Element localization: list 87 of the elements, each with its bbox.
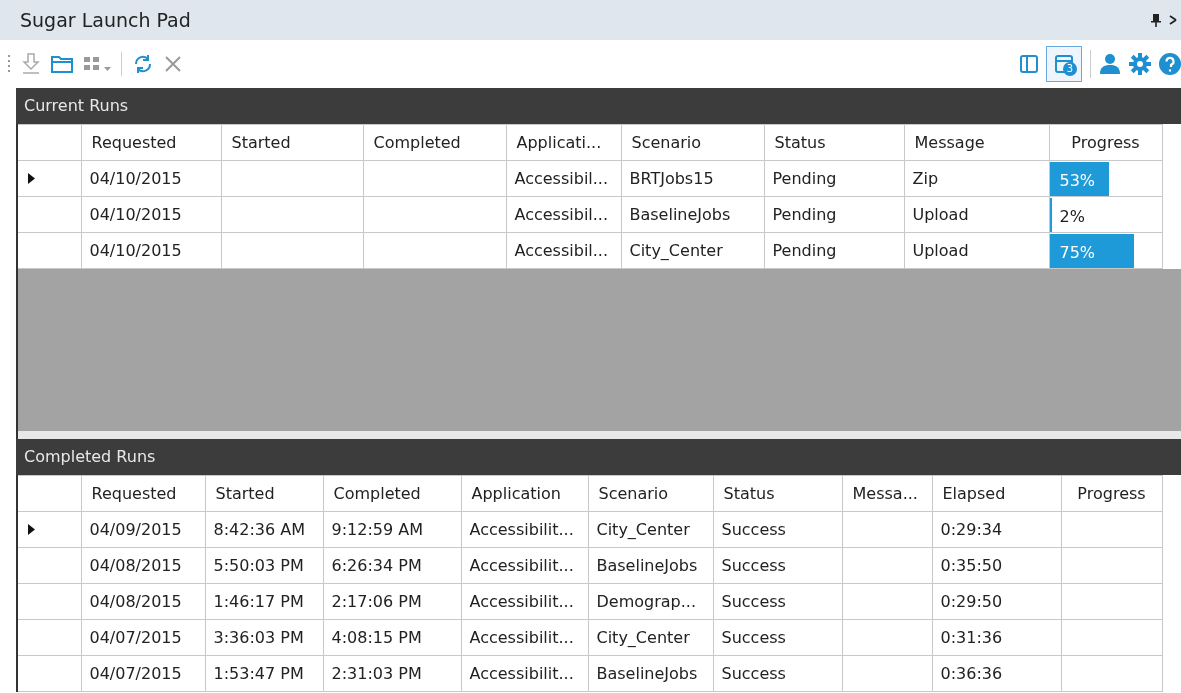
settings-icon[interactable] xyxy=(1129,53,1151,75)
section-title: Current Runs xyxy=(24,95,129,117)
progress-label: 2% xyxy=(1059,205,1085,228)
table-cell: Accessibil... xyxy=(506,160,621,197)
table-cell: City_Center xyxy=(588,511,713,548)
table-cell: 04/10/2015 xyxy=(81,196,221,233)
column-header[interactable]: Scenario xyxy=(588,475,713,512)
table-cell: Accessibilit... xyxy=(461,583,588,620)
table-cell: City_Center xyxy=(621,232,764,269)
help-icon[interactable] xyxy=(1159,53,1181,75)
table-cell: 04/07/2015 xyxy=(81,619,205,656)
table-cell: Zip xyxy=(904,160,1049,197)
table-cell: Success xyxy=(713,655,842,692)
table-cell: 1:46:17 PM xyxy=(205,583,323,620)
table-cell: Accessibilit... xyxy=(461,619,588,656)
table-cell: Accessibil... xyxy=(506,196,621,233)
section-title: Completed Runs xyxy=(24,446,156,468)
table-cell: Accessibilit... xyxy=(461,547,588,584)
table-cell: 9:12:59 AM xyxy=(323,511,461,548)
badge-count: 3 xyxy=(1063,62,1077,76)
grid-icon[interactable] xyxy=(83,56,101,72)
panel-icon[interactable] xyxy=(1020,55,1038,73)
table-cell: BaselineJobs xyxy=(588,547,713,584)
table-cell: 04/10/2015 xyxy=(81,160,221,197)
table-cell: 3:36:03 PM xyxy=(205,619,323,656)
column-header[interactable]: Started xyxy=(221,124,363,161)
table-cell: Accessibil... xyxy=(506,232,621,269)
table-cell: Upload xyxy=(904,196,1049,233)
table-cell: 0:29:50 xyxy=(932,583,1061,620)
table-cell: 0:35:50 xyxy=(932,547,1061,584)
table-cell: Success xyxy=(713,511,842,548)
table-cell: 04/08/2015 xyxy=(81,547,205,584)
download-icon[interactable] xyxy=(21,53,41,75)
user-icon[interactable] xyxy=(1099,53,1121,75)
table-cell: 04/07/2015 xyxy=(81,655,205,692)
progress-label: 53% xyxy=(1059,169,1096,192)
table-cell: 0:36:36 xyxy=(932,655,1061,692)
table-cell: Upload xyxy=(904,232,1049,269)
column-header[interactable]: Status xyxy=(713,475,842,512)
table-cell: 0:31:36 xyxy=(932,619,1061,656)
column-header[interactable]: Application xyxy=(461,475,588,512)
table-cell: 04/10/2015 xyxy=(81,232,221,269)
folder-icon[interactable] xyxy=(51,55,73,73)
table-cell: Success xyxy=(713,583,842,620)
table-cell: 2:31:03 PM xyxy=(323,655,461,692)
table-cell: 8:42:36 AM xyxy=(205,511,323,548)
table-cell: Accessibilit... xyxy=(461,511,588,548)
column-header[interactable]: Started xyxy=(205,475,323,512)
window-icon xyxy=(1055,55,1073,73)
table-cell: 2:17:06 PM xyxy=(323,583,461,620)
table-cell: 4:08:15 PM xyxy=(323,619,461,656)
window-title: Sugar Launch Pad xyxy=(20,7,191,33)
column-header[interactable]: Progress xyxy=(1061,475,1162,512)
table-cell: 5:50:03 PM xyxy=(205,547,323,584)
column-header[interactable]: Elapsed xyxy=(932,475,1061,512)
table-cell: Success xyxy=(713,547,842,584)
table-cell: 04/08/2015 xyxy=(81,583,205,620)
table-cell: Pending xyxy=(764,160,904,197)
table-cell: BaselineJobs xyxy=(588,655,713,692)
column-header[interactable]: Messa... xyxy=(842,475,932,512)
table-cell: Success xyxy=(713,619,842,656)
table-cell: Pending xyxy=(764,196,904,233)
table-cell: Demograp... xyxy=(588,583,713,620)
column-header[interactable]: Completed xyxy=(363,124,506,161)
column-header[interactable]: Applicati... xyxy=(506,124,621,161)
table-cell: BaselineJobs xyxy=(621,196,764,233)
column-header[interactable]: Progress xyxy=(1049,124,1162,161)
grip-icon xyxy=(8,54,11,74)
window-badge-button[interactable]: 3 xyxy=(1046,46,1082,82)
table-cell: 0:29:34 xyxy=(932,511,1061,548)
table-cell: BRTJobs15 xyxy=(621,160,764,197)
progress-label: 75% xyxy=(1059,241,1096,264)
table-cell: Pending xyxy=(764,232,904,269)
table-cell: 6:26:34 PM xyxy=(323,547,461,584)
table-cell: 04/09/2015 xyxy=(81,511,205,548)
pin-icon[interactable] xyxy=(1151,13,1161,27)
column-header[interactable]: Message xyxy=(904,124,1049,161)
table-cell: City_Center xyxy=(588,619,713,656)
column-header[interactable]: Scenario xyxy=(621,124,764,161)
table-cell: 1:53:47 PM xyxy=(205,655,323,692)
caret-icon[interactable] xyxy=(104,67,111,72)
table-cell: Accessibilit... xyxy=(461,655,588,692)
column-header[interactable]: Completed xyxy=(323,475,461,512)
column-header[interactable]: Requested xyxy=(81,475,205,512)
refresh-icon[interactable] xyxy=(132,53,154,75)
column-header[interactable]: Status xyxy=(764,124,904,161)
column-header[interactable]: Requested xyxy=(81,124,221,161)
